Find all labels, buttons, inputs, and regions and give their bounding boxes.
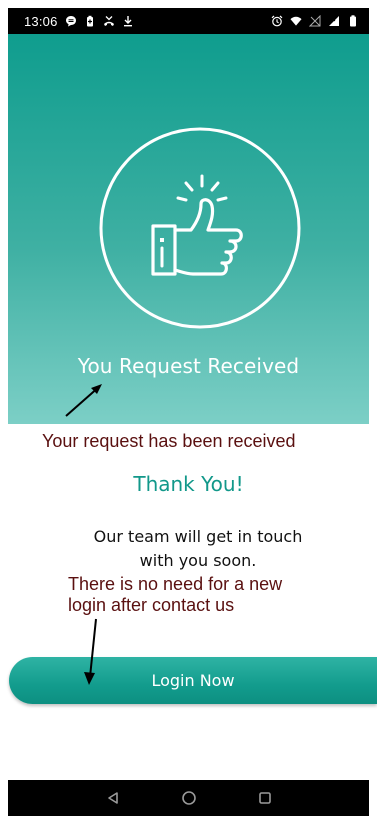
status-bar: 13:06 bbox=[8, 8, 369, 34]
hero-title: You Request Received bbox=[77, 354, 300, 378]
chat-bubble-icon bbox=[65, 15, 77, 27]
alarm-icon bbox=[271, 15, 283, 27]
recents-icon[interactable] bbox=[255, 788, 275, 808]
thank-you-heading: Thank You! bbox=[133, 472, 244, 496]
battery-saver-icon bbox=[84, 15, 96, 27]
missed-call-icon bbox=[103, 15, 115, 27]
thumbs-up-icon bbox=[98, 126, 302, 330]
back-icon[interactable] bbox=[103, 788, 123, 808]
system-nav-bar bbox=[8, 780, 369, 816]
login-now-button[interactable]: Login Now bbox=[9, 657, 377, 704]
home-icon[interactable] bbox=[179, 788, 199, 808]
download-icon bbox=[122, 15, 134, 27]
status-time: 13:06 bbox=[24, 13, 58, 29]
message-line-1: Our team will get in touch bbox=[93, 527, 303, 546]
signal-icon bbox=[328, 15, 340, 27]
confirmation-message: Our team will get in touch with you soon… bbox=[80, 525, 316, 573]
annotation-login-note: There is no need for a new login after c… bbox=[68, 574, 282, 616]
status-left: 13:06 bbox=[24, 14, 134, 29]
battery-icon bbox=[347, 15, 359, 27]
message-line-2: with you soon. bbox=[139, 551, 257, 570]
annotation-login-note-line-2: login after contact us bbox=[68, 595, 235, 615]
success-hero: You Request Received bbox=[8, 34, 369, 424]
status-right bbox=[271, 15, 359, 27]
confirmation-screen: 13:06 You Request Received Your request … bbox=[0, 0, 377, 816]
signal-off-icon bbox=[309, 15, 321, 27]
wifi-icon bbox=[290, 15, 302, 27]
annotation-login-note-line-1: There is no need for a new bbox=[68, 574, 283, 594]
annotation-request-received: Your request has been received bbox=[42, 431, 296, 451]
